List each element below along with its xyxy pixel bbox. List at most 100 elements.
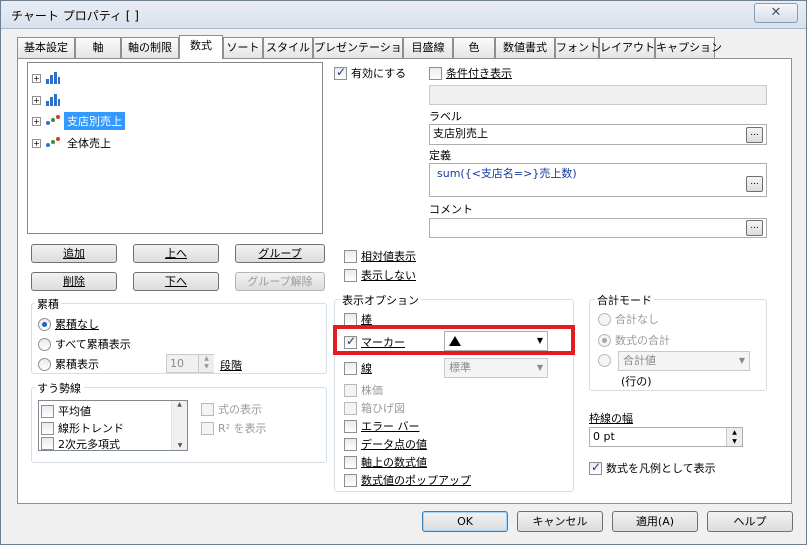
checkbox[interactable] — [344, 437, 357, 451]
scroll-up-icon[interactable]: ▲ — [172, 401, 187, 408]
comment-input[interactable] — [429, 218, 767, 238]
values-on-points-checkbox[interactable]: データ点の値 — [344, 436, 427, 452]
radio-button[interactable] — [38, 337, 51, 351]
spin-down-icon[interactable]: ▼ — [199, 363, 214, 371]
line-checkbox[interactable]: 線 — [344, 360, 372, 376]
popup-checkbox[interactable]: 数式値のポップアップ — [344, 472, 471, 488]
comment-edit-button[interactable]: ... — [746, 220, 763, 236]
legend-expression-checkbox[interactable]: 数式を凡例として表示 — [589, 460, 716, 476]
help-button[interactable]: ヘルプ — [707, 511, 793, 532]
list-scrollbar[interactable]: ▲ ▼ — [171, 401, 187, 450]
checkbox[interactable] — [41, 404, 54, 418]
tab-sort[interactable]: ソート — [223, 37, 263, 58]
border-width-spinner[interactable]: ▲ ▼ — [726, 428, 742, 446]
checkbox[interactable] — [344, 473, 357, 487]
relative-checkbox[interactable]: 相対値表示 — [344, 248, 416, 264]
invisible-checkbox[interactable]: 表示しない — [344, 267, 416, 283]
tree-item[interactable]: + — [32, 91, 70, 109]
close-button[interactable]: ✕ — [754, 3, 798, 23]
expand-icon[interactable]: + — [32, 73, 41, 83]
steps-spinner[interactable]: ▲ ▼ — [198, 355, 214, 372]
radio-button[interactable] — [598, 312, 611, 326]
tab-gridlines[interactable]: 目盛線 — [403, 37, 453, 58]
tab-caption[interactable]: キャプション — [655, 37, 722, 58]
enable-checkbox[interactable]: 有効にする — [334, 65, 406, 81]
apply-button[interactable]: 適用(A) — [612, 511, 698, 532]
checkbox[interactable] — [344, 419, 357, 433]
ungroup-button[interactable]: グループ解除 — [235, 272, 325, 291]
move-down-button[interactable]: 下へ — [133, 272, 219, 291]
radio-button[interactable] — [38, 317, 51, 331]
definition-edit-button[interactable]: ... — [746, 176, 763, 192]
checkbox[interactable] — [344, 268, 357, 282]
checkbox[interactable] — [429, 66, 442, 80]
spin-up-icon[interactable]: ▲ — [727, 428, 742, 437]
checkbox[interactable] — [344, 249, 357, 263]
checkbox[interactable] — [334, 65, 347, 80]
show-r2-checkbox[interactable]: R² を表示 — [201, 420, 267, 436]
scroll-down-icon[interactable]: ▼ — [172, 442, 188, 449]
trendline-list[interactable]: 平均値 線形トレンド 2次元多項式 ▲ ▼ — [38, 400, 188, 451]
tab-expressions[interactable]: 数式 — [179, 35, 223, 59]
radio-no-accumulation[interactable]: 累積なし — [38, 316, 99, 332]
label-edit-button[interactable]: ... — [746, 127, 763, 143]
ok-button[interactable]: OK — [422, 511, 508, 532]
tree-item[interactable]: + 支店別売上 — [32, 112, 125, 130]
condition-field[interactable] — [429, 85, 767, 105]
checkbox[interactable] — [41, 421, 54, 435]
line-style-select[interactable]: 標準 ▼ — [444, 358, 548, 378]
radio-accumulate-steps[interactable]: 累積表示 — [38, 356, 99, 372]
tab-axis[interactable]: 軸 — [75, 37, 121, 58]
values-on-axis-checkbox[interactable]: 軸上の数式値 — [344, 454, 427, 470]
checkbox[interactable] — [344, 401, 357, 415]
expression-tree[interactable]: + + + 支店別売上 + 全体売上 — [27, 62, 323, 234]
checkbox[interactable] — [344, 312, 357, 326]
tab-axis-limits[interactable]: 軸の制限 — [121, 37, 179, 58]
tree-item[interactable]: + 全体売上 — [32, 134, 114, 152]
group-button[interactable]: グループ — [235, 244, 325, 263]
label-input[interactable]: 支店別売上 — [429, 124, 767, 145]
stock-checkbox[interactable]: 株価 — [344, 382, 383, 398]
border-width-input[interactable]: 0 pt — [589, 427, 743, 447]
expand-icon[interactable]: + — [32, 138, 41, 148]
checkbox[interactable] — [344, 383, 357, 397]
radio-button[interactable] — [598, 333, 611, 347]
checkbox[interactable] — [201, 421, 214, 435]
list-item[interactable]: 2次元多項式 — [41, 437, 120, 450]
spin-up-icon[interactable]: ▲ — [199, 355, 214, 363]
box-plot-checkbox[interactable]: 箱ひげ図 — [344, 400, 405, 416]
tab-number-format[interactable]: 数値書式 — [495, 37, 555, 58]
error-bars-checkbox[interactable]: エラー バー — [344, 418, 420, 434]
checkbox[interactable] — [201, 402, 214, 416]
radio-button[interactable] — [598, 354, 611, 367]
checkbox[interactable] — [589, 460, 602, 475]
radio-button[interactable] — [38, 357, 51, 371]
definition-input[interactable]: sum({<支店名=>}売上数) — [429, 163, 767, 197]
radio-full-accumulation[interactable]: すべて累積表示 — [38, 336, 131, 352]
tab-layout[interactable]: レイアウト — [599, 37, 655, 58]
tab-general[interactable]: 基本設定 — [17, 37, 75, 58]
show-formula-checkbox[interactable]: 式の表示 — [201, 401, 262, 417]
radio-sum-of-rows[interactable] — [598, 354, 615, 367]
checkbox[interactable] — [344, 455, 357, 469]
expand-icon[interactable]: + — [32, 116, 41, 126]
tab-presentation[interactable]: プレゼンテーション — [313, 37, 413, 58]
tab-colors[interactable]: 色 — [453, 37, 495, 58]
checkbox[interactable] — [41, 437, 54, 450]
radio-no-totals[interactable]: 合計なし — [598, 311, 659, 327]
sum-of-rows-select[interactable]: 合計値 ▼ — [618, 351, 750, 371]
cancel-button[interactable]: キャンセル — [517, 511, 603, 532]
tab-style[interactable]: スタイル — [263, 37, 313, 58]
radio-expression-total[interactable]: 数式の合計 — [598, 332, 670, 348]
spin-down-icon[interactable]: ▼ — [727, 437, 742, 446]
move-up-button[interactable]: 上へ — [133, 244, 219, 263]
tab-font[interactable]: フォント — [555, 37, 600, 58]
list-item[interactable]: 線形トレンド — [41, 420, 124, 436]
expand-icon[interactable]: + — [32, 95, 41, 105]
conditional-checkbox[interactable]: 条件付き表示 — [429, 65, 512, 81]
delete-button[interactable]: 削除 — [31, 272, 117, 291]
checkbox[interactable] — [344, 361, 357, 375]
tree-item[interactable]: + — [32, 69, 70, 87]
add-button[interactable]: 追加 — [31, 244, 117, 263]
list-item[interactable]: 平均値 — [41, 403, 91, 419]
